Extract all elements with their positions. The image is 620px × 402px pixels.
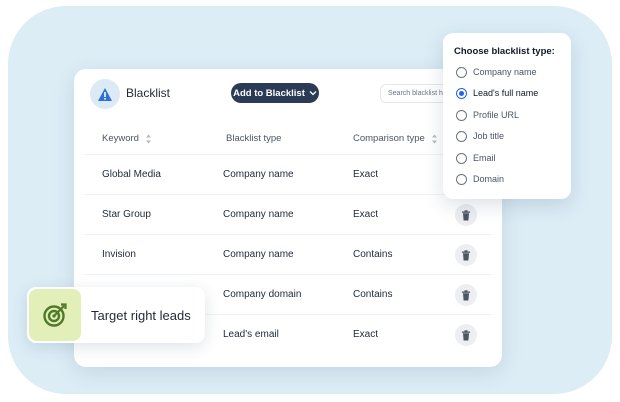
option-label: Domain xyxy=(473,174,505,184)
dropdown-title: Choose blacklist type: xyxy=(454,46,555,57)
column-header-label: Comparison type xyxy=(353,133,425,144)
trash-icon xyxy=(462,289,470,300)
comparison-type-cell: Exact xyxy=(353,169,379,180)
radio-button[interactable] xyxy=(456,130,467,142)
page-title: Blacklist xyxy=(126,86,171,100)
option-leads-full-name[interactable]: Lead's full name xyxy=(456,86,538,100)
target-leads-badge: Target right leads xyxy=(27,287,205,343)
blacklist-type-dropdown: Choose blacklist type: Company name Lead… xyxy=(443,33,571,199)
option-email[interactable]: Email xyxy=(456,151,496,165)
blacklist-type-cell: Company name xyxy=(223,249,294,260)
radio-button[interactable] xyxy=(456,66,467,78)
target-icon xyxy=(29,289,81,341)
delete-button[interactable] xyxy=(455,284,477,306)
badge-label: Target right leads xyxy=(91,307,191,323)
sort-icon xyxy=(145,134,151,143)
comparison-type-cell: Exact xyxy=(353,209,379,220)
keyword-cell: Global Media xyxy=(102,169,161,180)
column-header-label: Keyword xyxy=(102,133,139,144)
option-label: Job title xyxy=(473,131,505,141)
option-job-title[interactable]: Job title xyxy=(456,129,504,143)
keyword-cell: Star Group xyxy=(102,209,151,220)
delete-button[interactable] xyxy=(455,324,477,346)
trash-icon xyxy=(462,329,470,340)
blacklist-type-cell: Company domain xyxy=(223,289,302,300)
table-row: Invision Company name Contains xyxy=(84,234,492,274)
add-to-blacklist-label: Add to Blacklist xyxy=(233,87,305,99)
card-header: Blacklist Add to Blacklist Search blackl… xyxy=(74,69,502,117)
radio-button-selected[interactable] xyxy=(456,87,467,99)
column-header-blacklist-type: Blacklist type xyxy=(226,133,281,144)
sort-icon xyxy=(431,134,437,143)
column-header-comparison-type[interactable]: Comparison type xyxy=(353,133,438,144)
option-label: Company name xyxy=(473,67,537,77)
delete-button[interactable] xyxy=(455,204,477,226)
delete-button[interactable] xyxy=(455,244,477,266)
radio-button[interactable] xyxy=(456,173,467,185)
blacklist-type-cell: Company name xyxy=(223,209,294,220)
keyword-cell: Invision xyxy=(102,249,136,260)
warning-icon xyxy=(90,79,120,109)
column-header-keyword[interactable]: Keyword xyxy=(102,133,152,144)
trash-icon xyxy=(462,209,470,220)
table-row: Global Media Company name Exact xyxy=(84,154,492,194)
comparison-type-cell: Exact xyxy=(353,329,379,340)
radio-button[interactable] xyxy=(456,152,467,164)
column-header-label: Blacklist type xyxy=(226,133,282,144)
comparison-type-cell: Contains xyxy=(353,289,393,300)
option-label: Profile URL xyxy=(473,110,520,120)
table-row: Star Group Company name Exact xyxy=(84,194,492,234)
blacklist-type-cell: Company name xyxy=(223,169,294,180)
option-label: Email xyxy=(473,153,496,163)
option-label: Lead's full name xyxy=(473,88,539,98)
radio-button[interactable] xyxy=(456,109,467,121)
option-domain[interactable]: Domain xyxy=(456,172,504,186)
blacklist-type-cell: Lead's email xyxy=(223,329,279,340)
add-to-blacklist-button[interactable]: Add to Blacklist xyxy=(231,83,319,103)
option-profile-url[interactable]: Profile URL xyxy=(456,108,519,122)
comparison-type-cell: Contains xyxy=(353,249,393,260)
chevron-down-icon xyxy=(309,91,317,96)
trash-icon xyxy=(462,249,470,260)
option-company-name[interactable]: Company name xyxy=(456,65,537,79)
